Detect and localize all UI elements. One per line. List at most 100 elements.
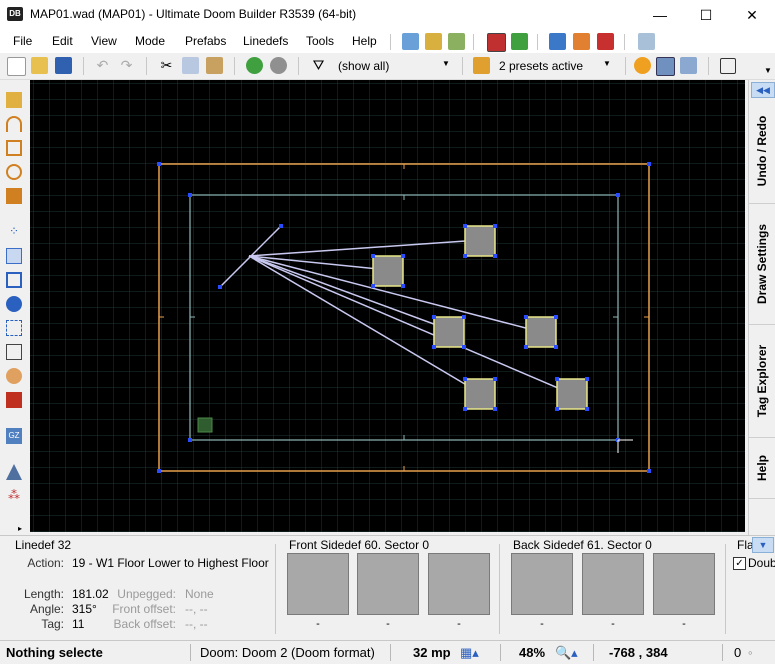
menu-separator [624,34,625,50]
edit-selection-mode-icon[interactable] [6,344,22,360]
grid-size-icon[interactable]: ▦▴ [460,645,479,661]
test-map-icon[interactable] [402,33,419,50]
test-settings-icon[interactable] [448,33,465,50]
tools-expand-icon[interactable]: ▸ [18,524,22,533]
copy-icon[interactable] [182,57,199,74]
window-title: MAP01.wad (MAP01) - Ultimate Doom Builde… [30,7,357,21]
make-sectors-mode-icon[interactable] [6,320,22,336]
thing-filter-off-icon[interactable] [270,57,287,74]
back-upper-texture[interactable] [511,553,573,615]
merge-geometry-icon[interactable] [597,33,614,50]
toolbar-overflow-icon[interactable]: ▼ [764,66,772,75]
menu-view[interactable]: View [91,34,117,48]
app-icon: DB [7,7,23,21]
status-message: Nothing selecte [6,645,103,660]
minimize-button[interactable]: — [637,0,683,30]
menu-tools[interactable]: Tools [306,34,334,48]
grid-toggle-icon[interactable] [656,57,675,76]
zoom-icon[interactable]: 🔍▴ [555,645,578,661]
filter-icon: ⛛ [312,57,325,73]
save-map-icon[interactable] [55,57,72,74]
filter-dropdown-value[interactable]: (show all) [338,59,389,73]
sector-colors-icon[interactable] [511,33,528,50]
sound-propagation-mode-icon[interactable] [6,368,22,384]
things-mode-icon[interactable] [6,296,22,312]
tag-value: 11 [72,617,85,631]
thing-marker [464,225,496,257]
tag-icon[interactable] [638,33,655,50]
zoom-level: 48% [519,645,546,660]
terrain-mode-icon[interactable] [6,464,22,480]
menu-help[interactable]: Help [352,34,377,48]
linedefs-mode-icon[interactable] [6,248,22,264]
tab-undo-redo[interactable]: Undo / Redo [749,98,775,204]
tab-help[interactable]: Help [749,438,775,499]
visual-mode-icon[interactable]: GZ [6,428,22,444]
front-middle-texture[interactable] [357,553,419,615]
warnings-icon[interactable]: ◦ [748,645,753,660]
view-mode-icon[interactable] [680,57,697,74]
vertex-slope-mode-icon[interactable]: ⁂ [6,488,22,504]
player-start-icon[interactable] [197,417,213,433]
front-upper-texture-label: - [316,618,320,630]
thing-marker [372,255,404,287]
back-middle-texture[interactable] [582,553,644,615]
front-lower-texture[interactable] [428,553,490,615]
draw-grid-mode-icon[interactable] [6,188,22,204]
paste-icon[interactable] [206,57,223,74]
tab-tag-explorer[interactable]: Tag Explorer [749,325,775,438]
grid-size: 32 mp [413,645,451,660]
toolbar-separator [708,57,709,75]
maximize-button[interactable]: ☐ [683,0,729,30]
front-offset-value: --, -- [185,602,208,616]
docker-panel: ◀◀ Undo / Redo Draw Settings Tag Explore… [748,80,775,535]
close-button[interactable]: ✕ [729,0,775,30]
menu-mode[interactable]: Mode [135,34,165,48]
grid-snap-icon[interactable] [573,33,590,50]
new-map-icon[interactable] [7,57,26,76]
back-offset-label: Back offset: [113,617,176,631]
back-lower-texture[interactable] [653,553,715,615]
game-configuration: Doom: Doom 2 (Doom format) [200,645,375,660]
map-view[interactable] [30,80,745,532]
redo-icon[interactable]: ↷ [118,57,135,74]
things-filter-icon[interactable] [246,57,263,74]
brightness-icon[interactable] [634,57,651,74]
panel-divider [499,544,500,634]
menu-linedefs[interactable]: Linedefs [243,34,288,48]
tab-draw-settings[interactable]: Draw Settings [749,204,775,325]
presets-dropdown-arrow[interactable]: ▼ [603,59,611,68]
presets-dropdown-value[interactable]: 2 presets active [499,59,583,73]
draw-curve-mode-icon[interactable] [6,116,22,132]
filter-dropdown-arrow[interactable]: ▼ [442,59,450,68]
draw-ellipse-mode-icon[interactable] [6,164,22,180]
find-replace-mode-icon[interactable] [6,392,22,408]
status-separator [593,644,594,661]
draw-rectangle-mode-icon[interactable] [6,140,22,156]
back-upper-texture-label: - [540,618,544,630]
collapse-info-panel-icon[interactable]: ▼ [752,537,774,553]
menu-file[interactable]: File [13,34,32,48]
menu-edit[interactable]: Edit [52,34,73,48]
test-map-from-view-icon[interactable] [425,33,442,50]
double-sided-checkbox[interactable]: ✓ [733,557,746,570]
cut-icon[interactable]: ✂ [158,57,175,74]
fullscreen-icon[interactable] [720,58,736,74]
menu-prefabs[interactable]: Prefabs [185,34,226,48]
status-separator [500,644,501,661]
action-value: 19 - W1 Floor Lower to Highest Floor [72,556,269,570]
back-lower-texture-label: - [682,618,686,630]
open-map-icon[interactable] [31,57,48,74]
vertices-mode-icon[interactable]: ⁘ [6,224,22,240]
draw-lines-mode-icon[interactable] [6,92,22,108]
collapse-docker-icon[interactable]: ◀◀ [751,82,775,98]
sectors-mode-icon[interactable] [6,272,22,288]
unpegged-value: None [185,587,214,601]
front-sidedef-title: Front Sidedef 60. Sector 0 [289,538,430,552]
angle-value: 315° [72,602,97,616]
curve-tool-icon[interactable] [549,33,566,50]
map-canvas[interactable] [30,80,745,532]
front-upper-texture[interactable] [287,553,349,615]
undo-icon[interactable]: ↶ [94,57,111,74]
linedef-colors-icon[interactable] [487,33,506,52]
